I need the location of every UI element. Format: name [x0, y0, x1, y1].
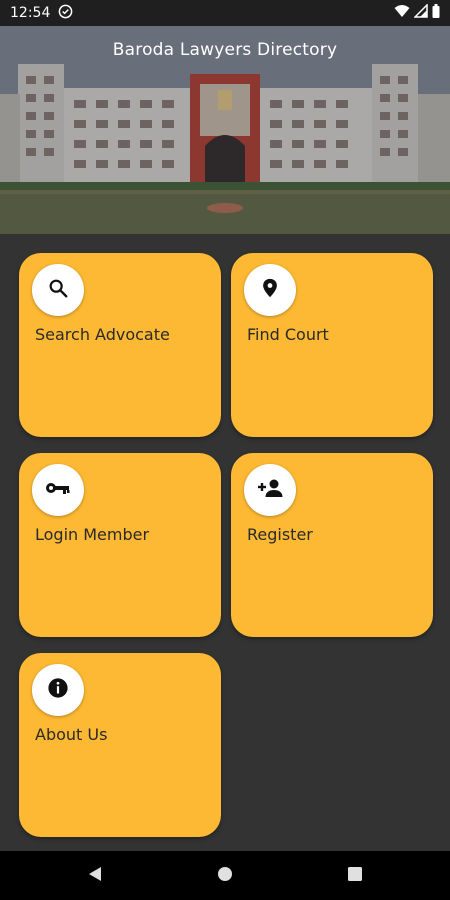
notification-icon	[58, 4, 73, 23]
location-pin-icon	[259, 276, 281, 304]
add-person-icon	[256, 478, 284, 502]
about-us-card[interactable]: About Us	[19, 653, 221, 837]
app-title: Baroda Lawyers Directory	[112, 40, 338, 60]
search-advocate-card[interactable]: Search Advocate	[19, 253, 221, 437]
register-label: Register	[247, 525, 313, 544]
back-button[interactable]	[65, 851, 125, 900]
register-card[interactable]: Register	[231, 453, 433, 637]
wifi-icon	[394, 4, 410, 22]
recents-icon	[347, 866, 363, 886]
home-icon	[217, 866, 233, 886]
key-icon-circle	[32, 464, 84, 516]
navigation-bar	[0, 851, 450, 900]
location-icon-circle	[244, 264, 296, 316]
add-person-icon-circle	[244, 464, 296, 516]
recents-button[interactable]	[325, 851, 385, 900]
home-button[interactable]	[195, 851, 255, 900]
status-time: 12:54	[10, 5, 51, 21]
info-icon	[47, 677, 69, 703]
search-advocate-label: Search Advocate	[35, 325, 170, 344]
header-banner: Baroda Lawyers Directory	[0, 26, 450, 234]
search-icon	[47, 277, 69, 303]
info-icon-circle	[32, 664, 84, 716]
status-bar: 12:54	[0, 0, 450, 26]
cell-signal-icon	[413, 3, 428, 22]
key-icon	[45, 480, 71, 500]
login-member-card[interactable]: Login Member	[19, 453, 221, 637]
login-member-label: Login Member	[35, 525, 150, 544]
find-court-label: Find Court	[247, 325, 329, 344]
search-icon-circle	[32, 264, 84, 316]
about-us-label: About Us	[35, 725, 108, 744]
battery-icon	[432, 4, 440, 22]
find-court-card[interactable]: Find Court	[231, 253, 433, 437]
back-icon	[87, 866, 103, 886]
